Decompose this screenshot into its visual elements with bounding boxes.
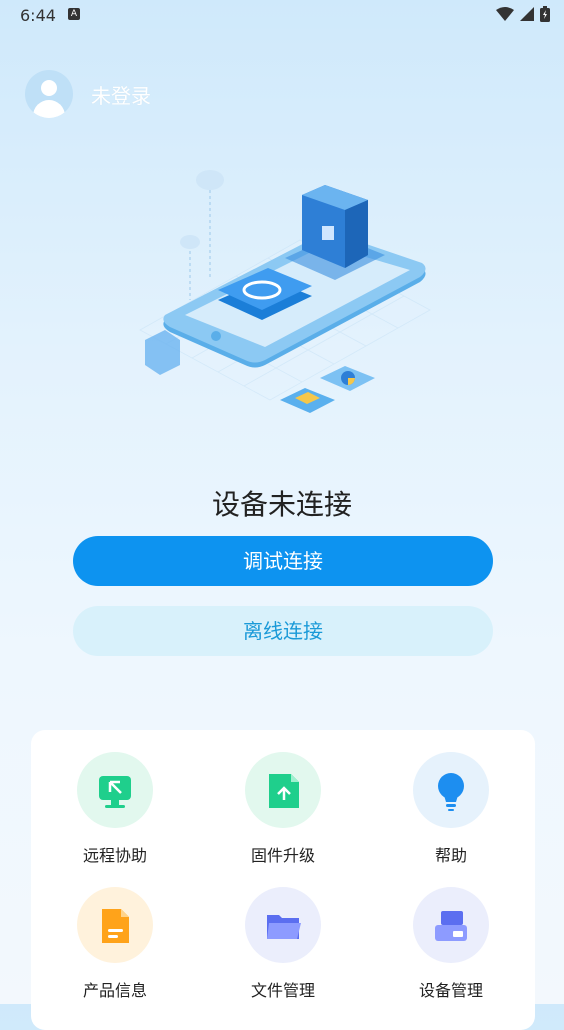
user-profile[interactable]: 未登录 [25,70,151,118]
status-time: 6:44 [20,6,56,25]
function-firmware-upgrade[interactable]: 固件升级 [199,730,367,865]
wifi-icon [496,7,514,21]
product-info-icon [77,887,153,963]
help-bulb-icon [413,752,489,828]
system-icons [496,6,550,22]
device-status-title: 设备未连接 [211,488,352,521]
username-label: 未登录 [91,83,151,108]
function-label: 固件升级 [250,846,315,865]
function-product-info[interactable]: 产品信息 [31,865,199,1000]
avatar-icon [25,70,73,118]
debug-connect-button[interactable]: 调试连接 [73,536,493,586]
device-manage-icon [413,887,489,963]
function-label: 产品信息 [82,981,147,1000]
function-label: 帮助 [434,846,467,865]
function-label: 文件管理 [250,981,315,1000]
function-panel: 远程协助 固件升级 帮助 产品信息 文件管理 设备管理 [31,730,535,1030]
function-remote-assist[interactable]: 远程协助 [31,730,199,865]
battery-icon [540,6,550,22]
offline-connect-button[interactable]: 离线连接 [73,606,493,656]
signal-icon [520,7,534,21]
function-label: 设备管理 [418,981,483,1000]
function-device-manage[interactable]: 设备管理 [367,865,535,1000]
remote-assist-icon [77,752,153,828]
device-disconnected-illustration [139,170,431,413]
function-file-manage[interactable]: 文件管理 [199,865,367,1000]
status-bar: 6:44 A [0,0,564,30]
firmware-upgrade-icon [245,752,321,828]
function-label: 远程协助 [82,846,147,865]
notification-a-icon: A [68,8,80,20]
function-help[interactable]: 帮助 [367,730,535,865]
folder-icon [245,887,321,963]
